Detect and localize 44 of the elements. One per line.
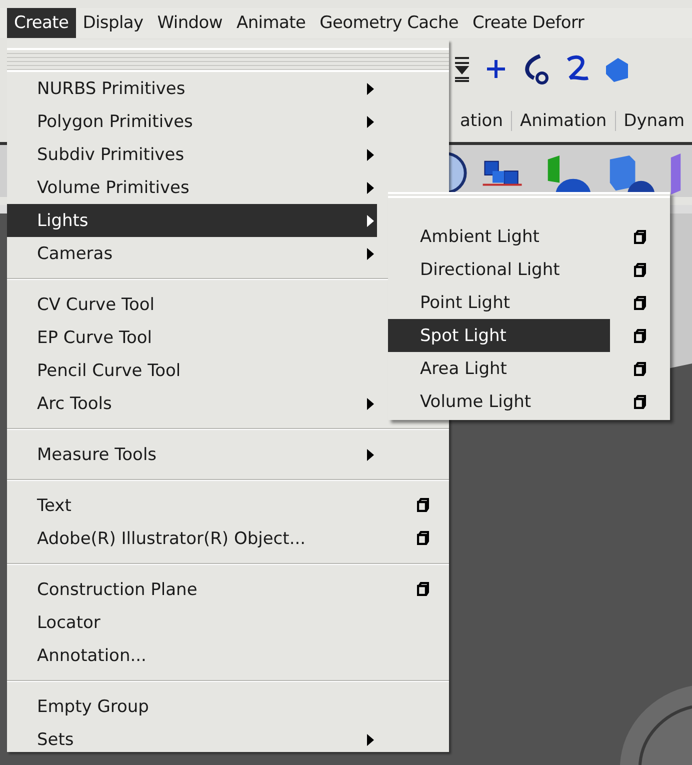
option-box-icon[interactable] — [634, 328, 646, 342]
option-box-icon[interactable] — [634, 296, 646, 310]
submenu-arrow-icon — [366, 82, 375, 96]
menu-item[interactable]: Adobe(R) Illustrator(R) Object... — [7, 522, 449, 555]
menu-item[interactable]: Polygon Primitives — [7, 105, 449, 138]
submenu-arrow-icon — [366, 247, 375, 261]
option-box-icon[interactable] — [417, 582, 429, 596]
collapse-icon[interactable] — [452, 54, 472, 84]
menu-bar-item[interactable]: Display — [76, 8, 150, 38]
menu-item[interactable]: Directional Light — [388, 253, 670, 286]
menu-item[interactable]: Empty Group — [7, 690, 449, 723]
option-box-icon[interactable] — [634, 394, 646, 408]
option-box-icon[interactable] — [417, 498, 429, 512]
option-box-icon[interactable] — [417, 531, 429, 545]
menu-bar-item[interactable]: Animate — [230, 8, 313, 38]
menu-bar-item[interactable]: Create — [7, 8, 76, 38]
shelf-tab[interactable]: Animation — [512, 111, 616, 131]
submenu-arrow-icon — [366, 181, 375, 195]
menu-item[interactable]: Area Light — [388, 352, 670, 385]
submenu-arrow-icon — [366, 397, 375, 411]
menu-item[interactable]: Point Light — [388, 286, 670, 319]
shelf-tab[interactable]: Dynam — [616, 111, 692, 131]
option-box-icon[interactable] — [634, 362, 646, 376]
option-box-icon[interactable] — [634, 230, 646, 244]
menu-item[interactable]: Locator — [7, 606, 449, 639]
shelf-tab[interactable]: ation — [452, 111, 512, 131]
menu-item[interactable]: NURBS Primitives — [7, 72, 449, 105]
option-box-icon[interactable] — [634, 262, 646, 276]
menu-bar-item[interactable]: Geometry Cache — [312, 8, 466, 38]
menu-bar-item[interactable]: Create Deforr — [465, 8, 592, 38]
menu-item[interactable]: Measure Tools — [7, 438, 449, 471]
menu-item[interactable]: Annotation... — [7, 639, 449, 672]
menu-item[interactable]: Text — [7, 489, 449, 522]
menu-item[interactable]: Volume Primitives — [7, 171, 449, 204]
submenu-arrow-icon — [366, 448, 375, 462]
menu-item[interactable]: Volume Light — [388, 385, 670, 418]
submenu-arrow-icon — [366, 115, 375, 129]
submenu-arrow-icon — [366, 733, 375, 747]
menu-item[interactable]: Construction Plane — [7, 573, 449, 606]
submenu-arrow-icon — [366, 214, 375, 228]
menu-item[interactable]: Sets — [7, 723, 449, 756]
menu-bar-item[interactable]: Window — [150, 8, 230, 38]
menu-item[interactable]: Subdiv Primitives — [7, 138, 449, 171]
submenu-arrow-icon — [366, 148, 375, 162]
